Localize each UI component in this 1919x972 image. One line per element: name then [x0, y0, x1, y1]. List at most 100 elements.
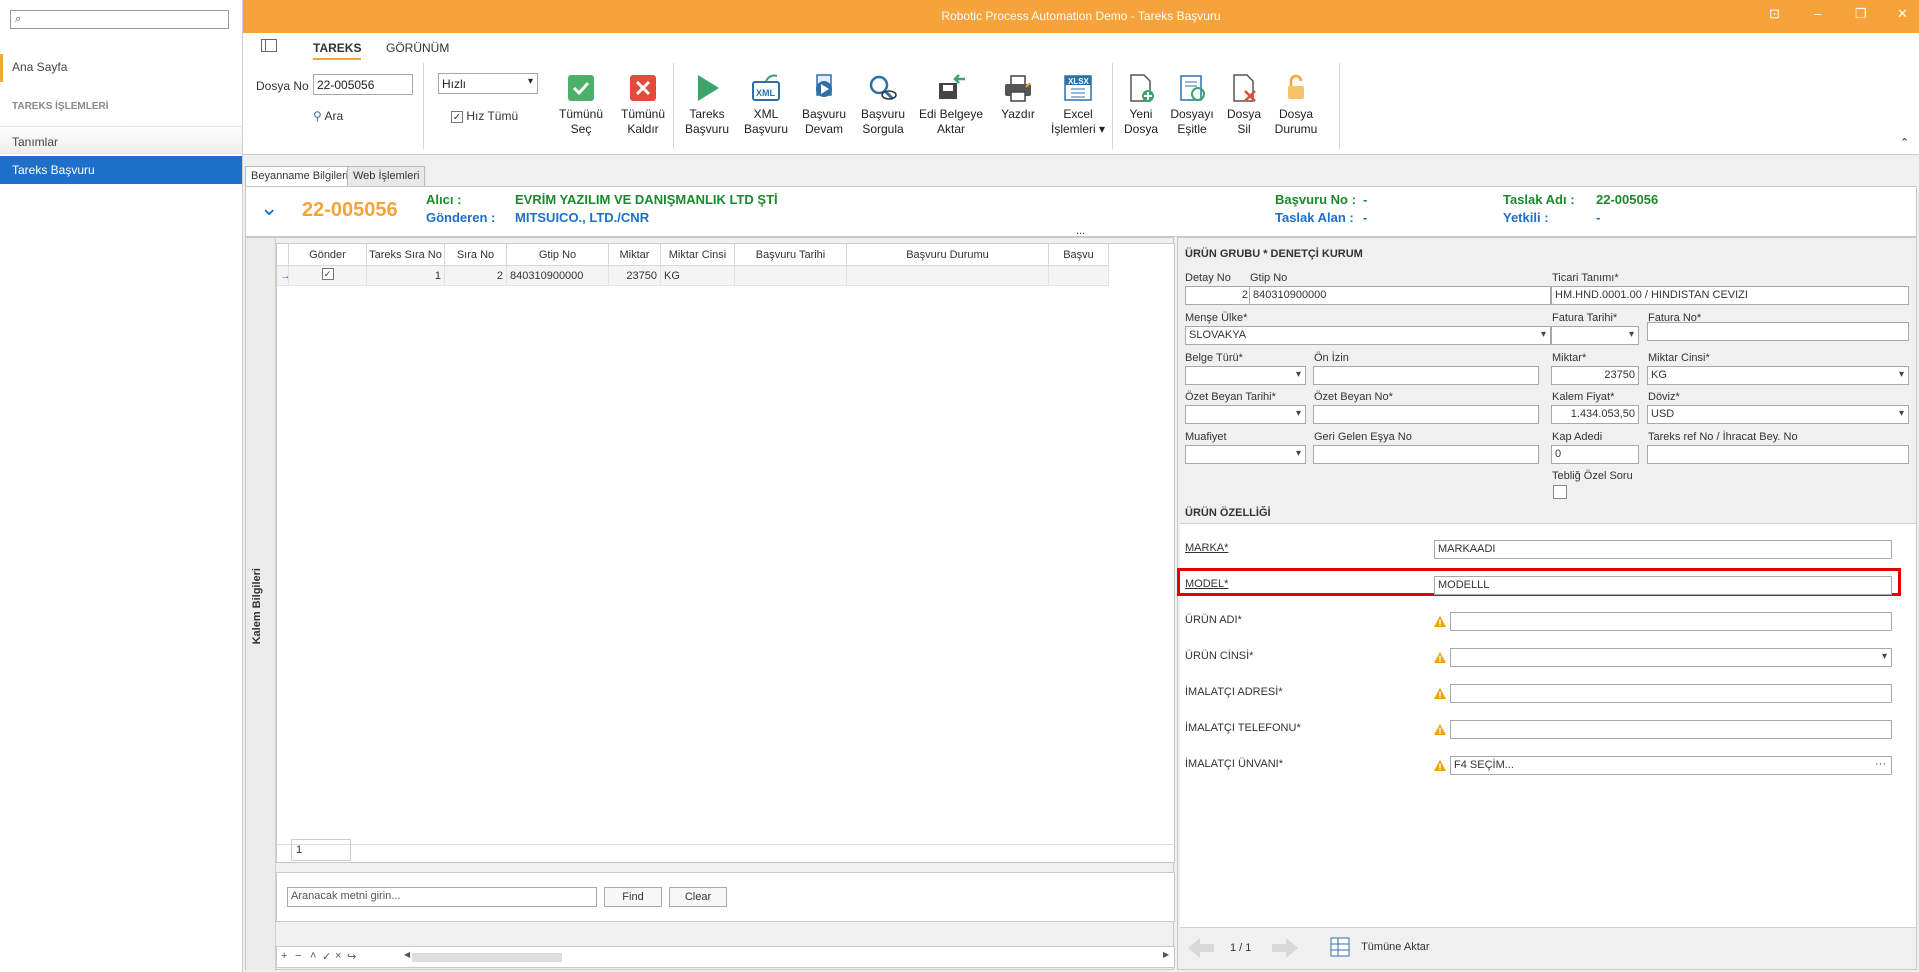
tareks-basvuru-button[interactable]: Tareks Başvuru: [679, 71, 735, 137]
clear-button[interactable]: Clear: [669, 887, 727, 907]
previous-page-icon[interactable]: [1186, 936, 1216, 960]
kalem-bilgileri-sidebar[interactable]: Kalem Bilgileri: [246, 238, 276, 971]
miktar-label: Miktar*: [1552, 352, 1587, 364]
gtip-no-input[interactable]: 840310900000: [1249, 286, 1551, 305]
teblig-ozel-soru-checkbox[interactable]: [1553, 485, 1567, 499]
kap-adedi-input[interactable]: 0: [1551, 445, 1639, 464]
imalatci-telefonu-input[interactable]: [1450, 720, 1892, 739]
tab-tareks[interactable]: TAREKS: [313, 41, 362, 60]
column-header[interactable]: Gtip No: [507, 244, 609, 266]
edi-belgeye-aktar-button[interactable]: Edi Belgeye Aktar: [915, 71, 987, 137]
urun-cinsi-select[interactable]: [1450, 648, 1892, 667]
mense-ulke-label: Menşe Ülke*: [1185, 312, 1248, 324]
kalem-fiyat-input[interactable]: 1.434.053,50: [1551, 405, 1639, 424]
marka-input[interactable]: MARKAADI: [1434, 540, 1892, 559]
ozet-beyan-tarihi-select[interactable]: [1185, 405, 1306, 424]
close-icon[interactable]: ✕: [1897, 6, 1908, 22]
column-header[interactable]: Gönder: [289, 244, 367, 266]
collapse-ribbon-icon[interactable]: ⌃: [1900, 136, 1909, 149]
ozet-beyan-tarihi-label: Özet Beyan Tarihi*: [1185, 391, 1276, 403]
dosyayi-esitle-button[interactable]: Dosyayı Eşitle: [1167, 71, 1217, 137]
ozet-beyan-no-input[interactable]: [1313, 405, 1539, 424]
on-izin-input[interactable]: [1313, 366, 1539, 385]
scroll-left-icon[interactable]: ◀: [404, 950, 410, 959]
detay-no-input[interactable]: 2: [1185, 286, 1252, 305]
fatura-no-input[interactable]: [1647, 322, 1909, 341]
nav-cancel-icon[interactable]: ×: [335, 950, 341, 962]
table-row-checkbox[interactable]: ✓: [289, 266, 367, 286]
sidebar-item-tareks-basvuru[interactable]: Tareks Başvuru: [0, 156, 242, 184]
column-header[interactable]: Başvuru Durumu: [847, 244, 1049, 266]
table-cell: KG: [661, 266, 735, 286]
chevron-down-icon[interactable]: ⌄: [260, 195, 278, 221]
basvuru-sorgula-button[interactable]: Başvuru Sorgula: [853, 71, 913, 137]
fatura-tarihi-select[interactable]: [1551, 326, 1639, 345]
column-header[interactable]: Başvuru Tarihi: [735, 244, 847, 266]
tab-web-islemleri[interactable]: Web İşlemleri: [347, 166, 426, 187]
basvuru-devam-button[interactable]: Başvuru Devam: [795, 71, 853, 137]
restore-layout-icon[interactable]: ⊡: [1769, 6, 1780, 22]
on-izin-label: Ön İzin: [1314, 352, 1349, 364]
delete-file-icon: [1227, 71, 1261, 105]
mense-ulke-select[interactable]: SLOVAKYA: [1185, 326, 1551, 345]
find-button[interactable]: Find: [604, 887, 662, 907]
dosya-sil-button[interactable]: Dosya Sil: [1222, 71, 1266, 137]
title-bar: Robotic Process Automation Demo - Tareks…: [243, 0, 1919, 33]
maximize-icon[interactable]: ❐: [1855, 6, 1867, 22]
column-header[interactable]: Tareks Sıra No: [367, 244, 445, 266]
doviz-select[interactable]: USD: [1647, 405, 1909, 424]
ticari-tanim-input[interactable]: HM.HND.0001.00 / HINDISTAN CEVIZI: [1551, 286, 1909, 305]
hiz-tumu-checkbox[interactable]: ✓ Hız Tümü: [451, 109, 518, 123]
tumunu-sec-button[interactable]: Tümünü Seç: [553, 71, 609, 137]
yetkili-label: Yetkili :: [1503, 210, 1549, 225]
column-header[interactable]: Miktar Cinsi: [661, 244, 735, 266]
nav-up-icon[interactable]: ˄: [310, 950, 316, 962]
sidebar-item-tanimlar[interactable]: Tanımlar: [0, 126, 242, 154]
dosya-durumu-button[interactable]: Dosya Durumu: [1271, 71, 1321, 137]
sidebar-item-home[interactable]: Ana Sayfa: [0, 54, 242, 82]
table-cell: 1: [367, 266, 445, 286]
ellipsis-button[interactable]: ···: [1875, 758, 1886, 770]
column-header[interactable]: Miktar: [609, 244, 661, 266]
geri-gelen-esya-no-input[interactable]: [1313, 445, 1539, 464]
miktar-cinsi-select[interactable]: KG: [1647, 366, 1909, 385]
nav-check-icon[interactable]: ✓: [322, 950, 331, 963]
dosya-no-input[interactable]: 22-005056: [313, 74, 413, 95]
next-page-icon[interactable]: [1270, 936, 1300, 960]
muafiyet-select[interactable]: [1185, 445, 1306, 464]
page-indicator: 1 / 1: [1230, 942, 1252, 954]
scroll-right-icon[interactable]: ▶: [1163, 950, 1169, 959]
panel-toggle-icon[interactable]: [261, 39, 277, 52]
transfer-icon: [934, 71, 968, 105]
minimize-icon[interactable]: –: [1814, 6, 1821, 21]
model-input[interactable]: MODELLL: [1434, 576, 1892, 595]
excel-islemleri-button[interactable]: XLSX Excel İşlemleri ▾: [1046, 71, 1110, 137]
tab-gorunum[interactable]: GÖRÜNÜM: [386, 41, 449, 55]
yeni-dosya-button[interactable]: Yeni Dosya: [1118, 71, 1164, 137]
column-header[interactable]: Başvu: [1049, 244, 1109, 266]
sidebar-search-input[interactable]: ⌕: [10, 10, 229, 29]
tumune-aktar-button[interactable]: Tümüne Aktar: [1330, 936, 1430, 958]
nav-add-icon[interactable]: +: [281, 950, 287, 962]
miktar-input[interactable]: 23750: [1551, 366, 1639, 385]
kalem-fiyat-label: Kalem Fiyat*: [1552, 391, 1615, 403]
tareks-ref-no-input[interactable]: [1647, 445, 1909, 464]
find-input[interactable]: Aranacak metni girin...: [287, 887, 597, 907]
belge-turu-select[interactable]: [1185, 366, 1306, 385]
horizontal-scrollbar[interactable]: [412, 953, 562, 962]
urun-adi-input[interactable]: [1450, 612, 1892, 631]
tumunu-kaldir-button[interactable]: Tümünü Kaldır: [615, 71, 671, 137]
yazdir-button[interactable]: Yazdır: [993, 71, 1043, 122]
imalatci-unvani-input[interactable]: F4 SEÇİM... ···: [1450, 756, 1892, 775]
resume-icon: [807, 71, 841, 105]
column-header[interactable]: Sıra No: [445, 244, 507, 266]
taslak-adi-label: Taslak Adı :: [1503, 192, 1575, 207]
nav-refresh-icon[interactable]: ↪: [347, 950, 356, 963]
nav-remove-icon[interactable]: −: [295, 950, 301, 962]
tab-beyanname-bilgileri[interactable]: Beyanname Bilgileri: [245, 166, 355, 187]
more-indicator[interactable]: ...: [1076, 225, 1085, 237]
speed-select[interactable]: Hızlı ▾: [438, 73, 538, 94]
ara-button[interactable]: ⚲ Ara: [313, 109, 343, 123]
imalatci-adresi-input[interactable]: [1450, 684, 1892, 703]
xml-basvuru-button[interactable]: XML XML Başvuru: [738, 71, 794, 137]
